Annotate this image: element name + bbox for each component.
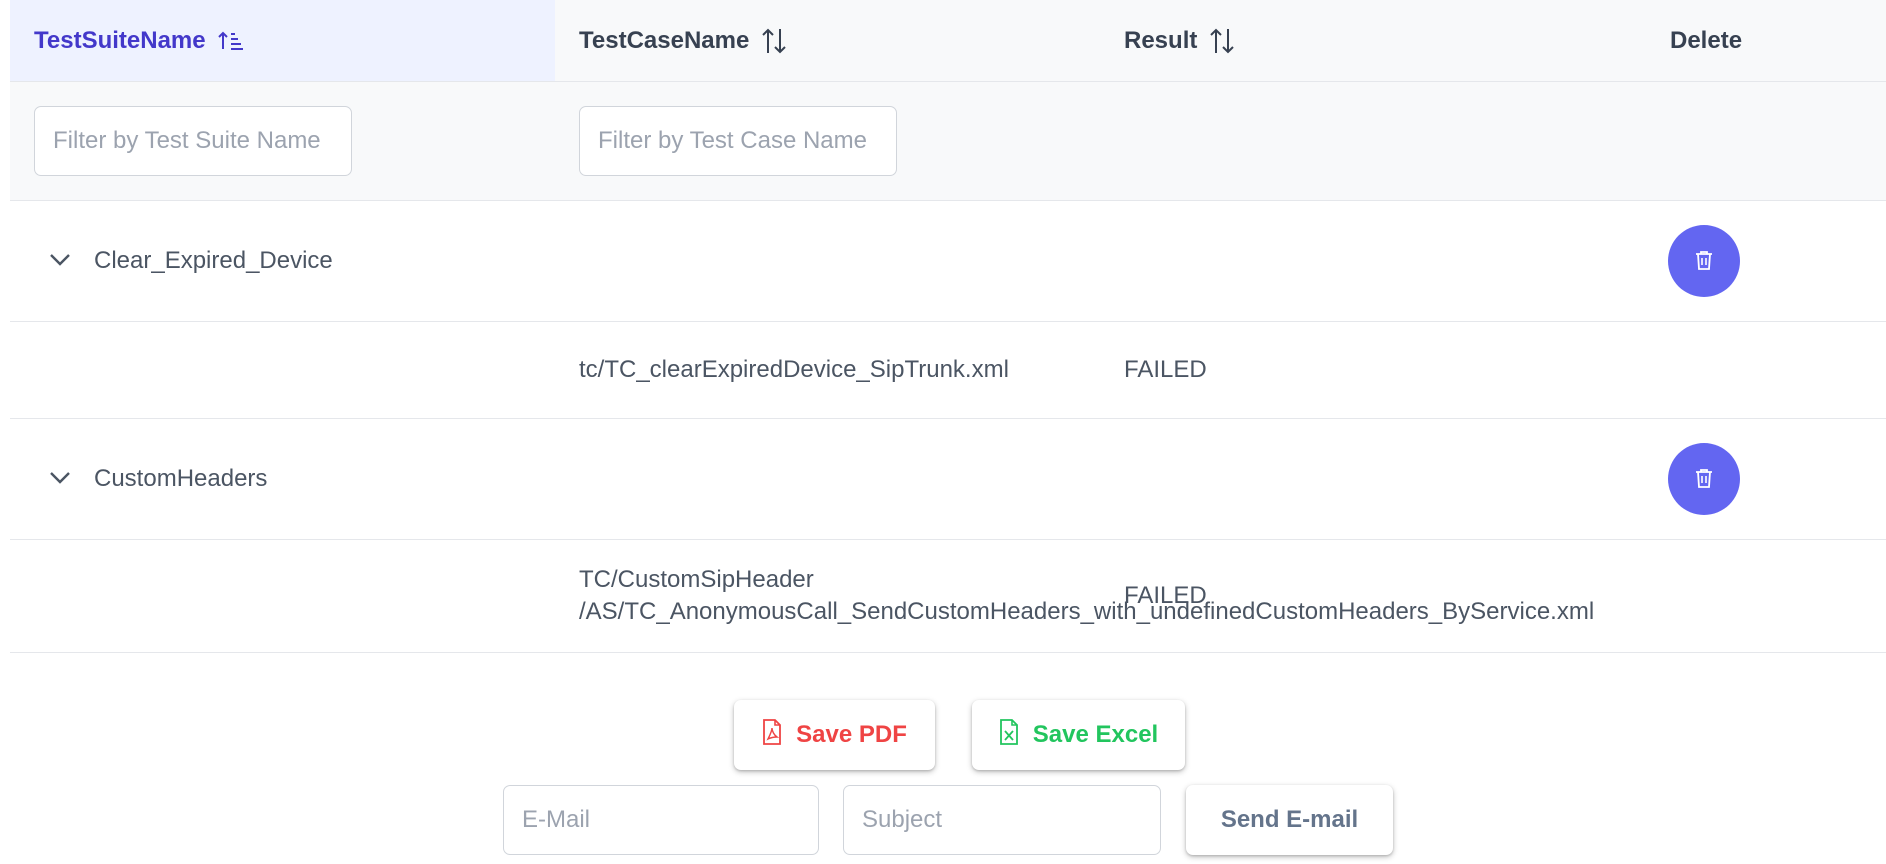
delete-button[interactable]: [1668, 443, 1740, 515]
column-header-result[interactable]: Result: [1124, 0, 1524, 81]
sort-alt-icon: [761, 27, 787, 55]
save-excel-button[interactable]: Save Excel: [972, 700, 1185, 770]
column-header-label: Result: [1124, 26, 1198, 54]
chevron-down-icon: [48, 465, 72, 494]
send-email-button[interactable]: Send E-mail: [1186, 785, 1393, 855]
group-name: Clear_Expired_Device: [94, 247, 333, 274]
expand-toggle[interactable]: [44, 463, 76, 495]
table-row: TC/CustomSipHeader /AS/TC_AnonymousCall_…: [10, 540, 1886, 653]
trash-icon: [1693, 467, 1715, 492]
column-header-test-case-name[interactable]: TestCaseName: [579, 0, 1099, 81]
column-header-label: TestSuiteName: [34, 26, 206, 54]
file-pdf-icon: [762, 718, 782, 752]
sort-amount-up-icon: [217, 29, 244, 53]
delete-button[interactable]: [1668, 225, 1740, 297]
test-result: FAILED: [1124, 582, 1207, 609]
subject-input[interactable]: [843, 785, 1161, 855]
test-case-name: tc/TC_clearExpiredDevice_SipTrunk.xml: [579, 354, 1009, 386]
test-suite-filter-input[interactable]: [34, 106, 352, 176]
save-pdf-label: Save PDF: [796, 721, 907, 748]
sort-alt-icon: [1209, 27, 1235, 55]
column-header-test-suite-name[interactable]: TestSuiteName: [10, 0, 555, 81]
column-header-label: Delete: [1670, 26, 1743, 54]
expand-toggle[interactable]: [44, 245, 76, 277]
test-case-filter-input[interactable]: [579, 106, 897, 176]
test-case-name-line: tc/TC_clearExpiredDevice_SipTrunk.xml: [579, 356, 1009, 383]
trash-icon: [1693, 249, 1715, 274]
test-case-name-line: TC/CustomSipHeader: [579, 566, 814, 593]
chevron-down-icon: [48, 247, 72, 276]
test-case-name-line: /AS/TC_AnonymousCall_SendCustomHeaders_w…: [579, 598, 1595, 625]
column-header-delete: Delete: [1670, 0, 1870, 81]
filter-row: [10, 82, 1886, 201]
test-result: FAILED: [1124, 356, 1207, 383]
save-excel-label: Save Excel: [1032, 721, 1159, 748]
group-row: CustomHeaders: [10, 419, 1886, 540]
results-table: TestSuiteName TestCaseName Result Delete…: [10, 0, 1886, 653]
file-excel-icon: [999, 718, 1019, 752]
test-case-name: TC/CustomSipHeader /AS/TC_AnonymousCall_…: [579, 564, 1594, 628]
table-row: tc/TC_clearExpiredDevice_SipTrunk.xml FA…: [10, 322, 1886, 419]
save-pdf-button[interactable]: Save PDF: [734, 700, 935, 770]
group-row: Clear_Expired_Device: [10, 201, 1886, 322]
group-name: CustomHeaders: [94, 465, 268, 492]
column-header-label: TestCaseName: [579, 26, 750, 54]
table-header: TestSuiteName TestCaseName Result Delete: [10, 0, 1886, 82]
send-email-label: Send E-mail: [1220, 806, 1359, 833]
email-input[interactable]: [503, 785, 819, 855]
